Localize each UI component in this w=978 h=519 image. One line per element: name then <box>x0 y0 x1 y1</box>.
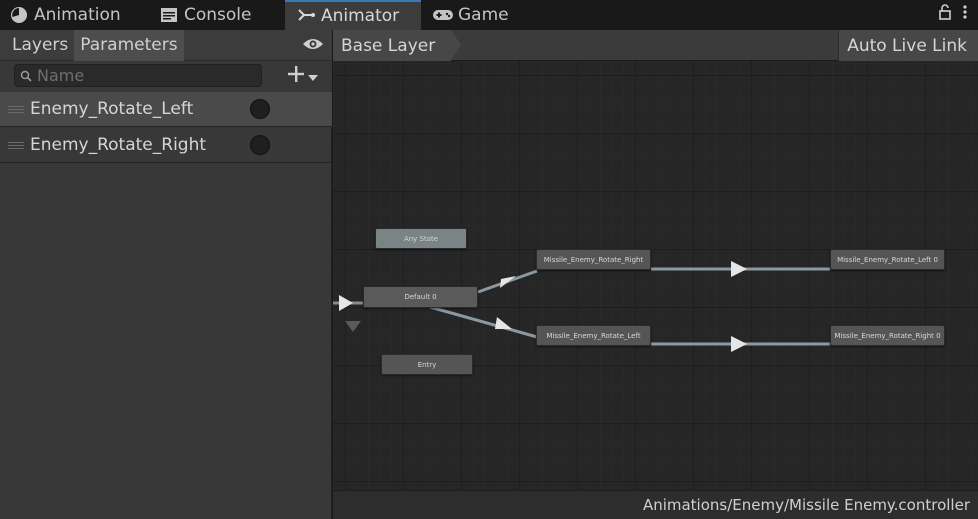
tab-label: Game <box>458 5 509 25</box>
any-state-node[interactable]: Any State <box>375 228 467 249</box>
tab-label: Console <box>184 5 252 25</box>
subtab-layers[interactable]: Layers <box>0 30 74 61</box>
gamepad-icon <box>432 4 454 26</box>
parameter-name: Enemy_Rotate_Right <box>30 135 207 155</box>
entry-node[interactable]: Entry <box>381 354 473 375</box>
search-box <box>14 64 262 87</box>
drag-handle-icon[interactable] <box>8 141 24 149</box>
chevron-down-icon <box>308 67 318 86</box>
controller-path-status: Animations/Enemy/Missile Enemy.controlle… <box>333 490 978 519</box>
lock-icon[interactable] <box>938 4 952 24</box>
plus-icon <box>286 64 306 88</box>
graph-grid <box>333 61 978 490</box>
parameter-row[interactable]: Enemy_Rotate_Right <box>0 128 332 163</box>
drag-handle-icon[interactable] <box>8 105 24 113</box>
animator-side-panel: Layers Parameters Enemy_Rotate_Left Enem <box>0 29 332 519</box>
tab-game[interactable]: Game <box>432 0 532 30</box>
breadcrumb[interactable]: Base Layer <box>333 30 462 61</box>
search-icon <box>15 70 37 82</box>
trigger-toggle[interactable] <box>250 135 270 155</box>
eye-icon[interactable] <box>302 36 324 56</box>
parameter-search-row <box>0 61 332 91</box>
clock-icon <box>8 4 30 26</box>
parameter-name: Enemy_Rotate_Left <box>30 99 194 119</box>
animator-graph-panel: Base Layer Auto Live Link Any State Defa… <box>333 30 978 519</box>
subtab-parameters[interactable]: Parameters <box>74 29 184 61</box>
animator-icon <box>295 5 317 27</box>
add-parameter-button[interactable] <box>286 64 318 88</box>
panel-subtabs: Layers Parameters <box>0 29 332 61</box>
default-state-node[interactable]: Default 0 <box>363 286 478 308</box>
parameter-row[interactable]: Enemy_Rotate_Left <box>0 92 332 127</box>
trigger-toggle[interactable] <box>250 99 270 119</box>
tab-animation[interactable]: Animation <box>8 0 138 30</box>
window-tab-bar: Animation Console Animator Game <box>0 0 978 30</box>
tab-console[interactable]: Console <box>158 0 278 30</box>
graph-toolbar: Base Layer Auto Live Link <box>333 30 978 61</box>
window-controls <box>938 4 968 24</box>
tab-label: Animation <box>34 5 121 25</box>
search-input[interactable] <box>37 66 261 85</box>
tab-animator[interactable]: Animator <box>285 0 421 30</box>
state-node-rotate-right-0[interactable]: Missile_Enemy_Rotate_Right 0 <box>830 325 945 346</box>
console-icon <box>158 4 180 26</box>
state-machine-graph[interactable]: Any State Default 0 Entry Missile_Enemy_… <box>333 61 978 490</box>
state-node-rotate-right[interactable]: Missile_Enemy_Rotate_Right <box>536 249 651 270</box>
tab-label: Animator <box>321 6 400 26</box>
state-node-rotate-left-0[interactable]: Missile_Enemy_Rotate_Left 0 <box>830 249 945 270</box>
auto-live-link-button[interactable]: Auto Live Link <box>838 30 978 61</box>
state-node-rotate-left[interactable]: Missile_Enemy_Rotate_Left <box>536 325 651 346</box>
kebab-menu-icon[interactable] <box>962 4 968 24</box>
